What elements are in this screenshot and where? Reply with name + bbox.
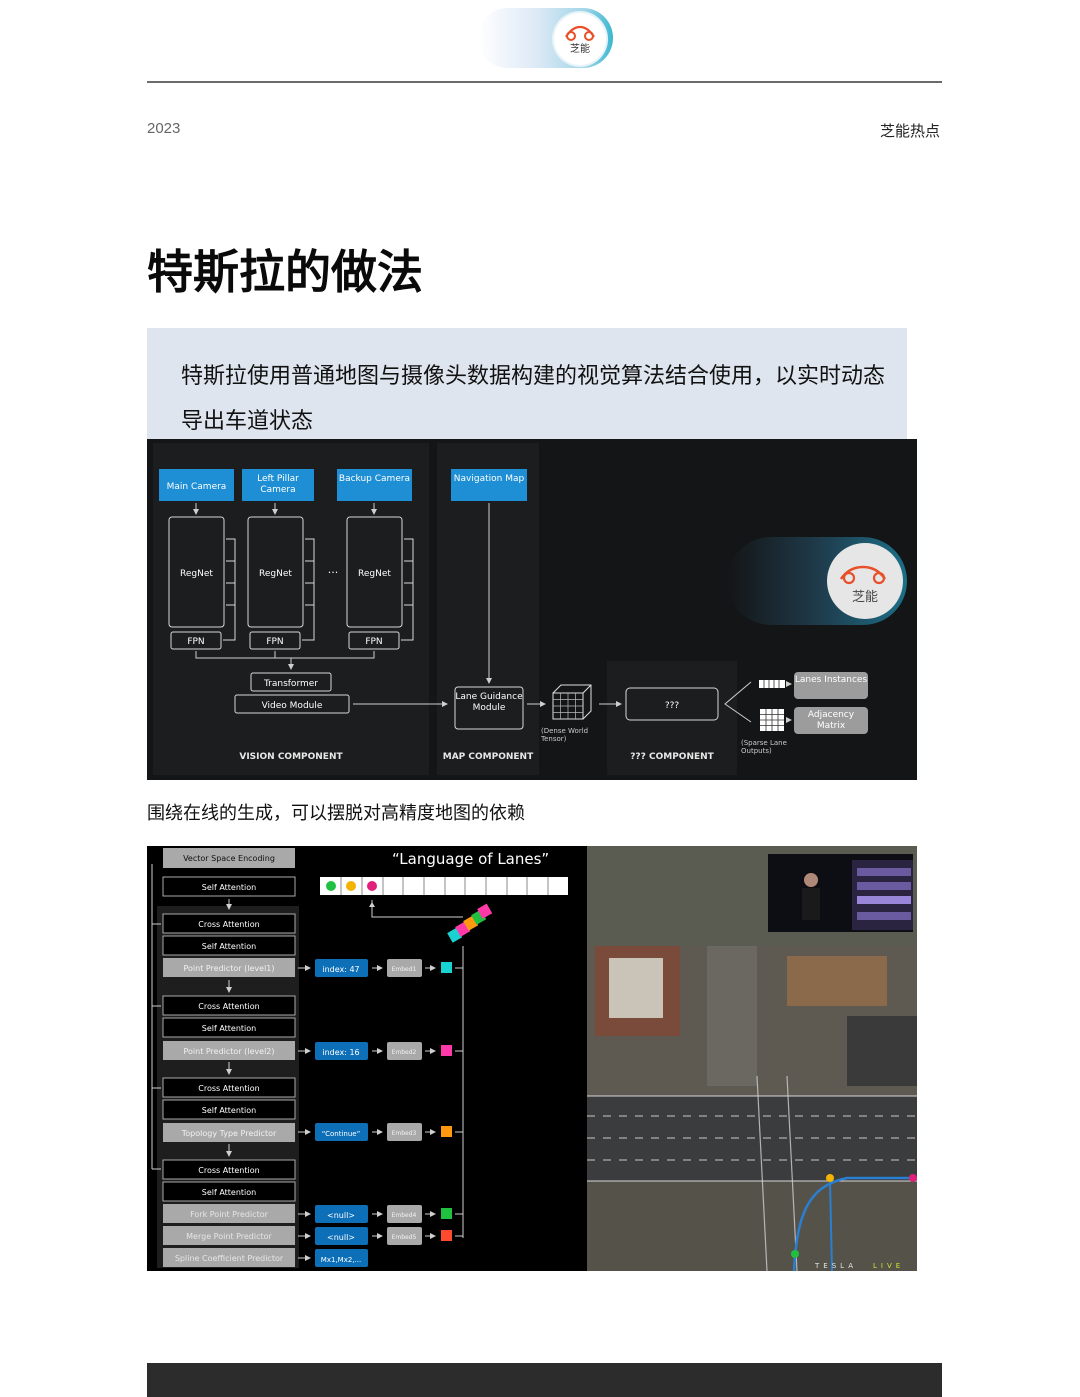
output-row-2: index: 16 Embed2 bbox=[298, 1042, 463, 1060]
ellipsis: ··· bbox=[328, 566, 339, 579]
block-group-2: Cross Attention Self Attention Point Pre… bbox=[162, 995, 296, 1060]
first-self-attention-box: Self Attention bbox=[162, 876, 296, 897]
tesla-mark: TESLA bbox=[814, 1262, 857, 1270]
page-title: 特斯拉的做法 bbox=[147, 245, 423, 299]
dense-tensor-cube-icon bbox=[552, 684, 592, 720]
lane-guidance-box: Lane Guidance Module bbox=[454, 686, 524, 730]
token-green-dot bbox=[326, 881, 336, 891]
self-attention-label: Self Attention bbox=[202, 1106, 257, 1115]
token-magenta-dot bbox=[367, 881, 377, 891]
output-value: <null> bbox=[327, 1211, 355, 1220]
output-row-4: <null> Embed4 bbox=[298, 1205, 463, 1223]
self-attention-label: Self Attention bbox=[202, 942, 257, 951]
lanes-instances-box: Lanes Instances bbox=[794, 672, 868, 699]
cube-red-icon bbox=[441, 1230, 452, 1241]
watermark-logo: 芝能 bbox=[727, 537, 907, 625]
brand-label: 芝能热点 bbox=[879, 122, 940, 140]
embed-label: Embed1 bbox=[392, 966, 417, 973]
cross-attention-label: Cross Attention bbox=[198, 920, 259, 929]
output-row-3: “Continue” Embed3 bbox=[298, 1123, 463, 1141]
block-group-1: Cross Attention Self Attention Point Pre… bbox=[162, 913, 296, 977]
svg-text:RegNet: RegNet bbox=[358, 569, 391, 579]
svg-text:RegNet: RegNet bbox=[259, 569, 292, 579]
output-row-5: <null> Embed5 bbox=[298, 1227, 463, 1245]
quote-text: 特斯拉使用普通地图与摄像头数据构建的视觉算法结合使用，以实时动态导出车道状态 bbox=[181, 364, 886, 434]
section-label-vision: VISION COMPONENT bbox=[239, 752, 343, 762]
block-group-4: Cross Attention Self Attention Fork Poin… bbox=[162, 1159, 296, 1267]
camera-backup: Backup Camera bbox=[337, 469, 412, 501]
year-label: 2023 bbox=[147, 120, 181, 137]
aerial-intersection-image: TESLA LIVE bbox=[587, 846, 917, 1271]
logo: 芝能 bbox=[554, 13, 606, 65]
embedding-cubes-stack-icon bbox=[447, 903, 493, 943]
sparse-grid-icon bbox=[760, 709, 784, 731]
output-value: index: 47 bbox=[322, 965, 359, 974]
figure-caption: 围绕在线的生成，可以摆脱对高精度地图的依赖 bbox=[147, 803, 525, 824]
cube-pink-icon bbox=[441, 1045, 452, 1056]
output-value: Mx1,Mx2,... bbox=[321, 1256, 361, 1264]
cube-green-icon bbox=[441, 1208, 452, 1219]
predictor-label: Point Predictor (level1) bbox=[183, 964, 274, 973]
predictor-label: Topology Type Predictor bbox=[181, 1129, 277, 1138]
footer-bar bbox=[147, 1363, 942, 1397]
predictor-label: Point Predictor (level2) bbox=[183, 1047, 274, 1056]
svg-text:Video Module: Video Module bbox=[262, 701, 323, 711]
header-divider bbox=[147, 81, 942, 83]
svg-text:Self Attention: Self Attention bbox=[202, 883, 257, 892]
quote-block: 特斯拉使用普通地图与摄像头数据构建的视觉算法结合使用，以实时动态导出车道状态 bbox=[147, 328, 907, 440]
adjacency-matrix-box: Adjacency Matrix bbox=[794, 707, 868, 734]
cube-teal-icon bbox=[441, 962, 452, 973]
self-attention-label: Self Attention bbox=[202, 1188, 257, 1197]
cross-attention-label: Cross Attention bbox=[198, 1002, 259, 1011]
svg-text:Vector Space Encoding: Vector Space Encoding bbox=[183, 854, 275, 863]
self-attention-label: Self Attention bbox=[202, 1024, 257, 1033]
svg-text:RegNet: RegNet bbox=[180, 569, 213, 579]
svg-text:芝能: 芝能 bbox=[852, 589, 878, 605]
predictor-label: Spline Coefficient Predictor bbox=[175, 1254, 284, 1263]
block-group-3: Cross Attention Self Attention Topology … bbox=[162, 1077, 296, 1142]
navigation-map-box: Navigation Map bbox=[451, 469, 527, 501]
lane-point-magenta bbox=[909, 1174, 917, 1182]
token-yellow-dot bbox=[346, 881, 356, 891]
car-logo-icon bbox=[565, 25, 595, 41]
language-of-lanes-figure: Vector Space Encoding Self Attention “La… bbox=[147, 846, 917, 1271]
svg-text:FPN: FPN bbox=[365, 637, 382, 647]
lane-point-green bbox=[791, 1250, 799, 1258]
camera-left-pillar: Left Pillar Camera bbox=[242, 469, 314, 501]
embed-label: Embed5 bbox=[392, 1234, 417, 1241]
logo-text: 芝能 bbox=[570, 44, 590, 55]
cross-attention-label: Cross Attention bbox=[198, 1166, 259, 1175]
output-value: <null> bbox=[327, 1233, 355, 1242]
camera-main: Main Camera bbox=[159, 469, 234, 501]
embed-label: Embed4 bbox=[392, 1212, 417, 1219]
lane-point-yellow bbox=[826, 1174, 834, 1182]
output-row-1: index: 47 Embed1 bbox=[298, 959, 463, 977]
architecture-diagram: Main Camera Left Pillar Camera Backup Ca… bbox=[147, 439, 917, 780]
svg-text:Transformer: Transformer bbox=[263, 679, 318, 689]
language-of-lanes-heading: “Language of Lanes” bbox=[392, 850, 549, 868]
dense-tensor-label: (Dense World Tensor) bbox=[541, 727, 589, 743]
output-value: “Continue” bbox=[322, 1130, 360, 1138]
predictor-label: Merge Point Predictor bbox=[186, 1232, 272, 1241]
svg-text:???: ??? bbox=[665, 701, 680, 711]
section-label-map: MAP COMPONENT bbox=[443, 752, 534, 762]
svg-text:Main Camera: Main Camera bbox=[167, 482, 227, 492]
cross-attention-label: Cross Attention bbox=[198, 1084, 259, 1093]
section-label-unknown: ??? COMPONENT bbox=[630, 752, 714, 762]
vector-space-encoding-box: Vector Space Encoding bbox=[163, 848, 295, 868]
token-sequence bbox=[320, 877, 568, 895]
sparse-outputs-label: (Sparse Lane Outputs) bbox=[741, 739, 787, 755]
sparse-row-icon bbox=[759, 680, 785, 688]
svg-text:FPN: FPN bbox=[187, 637, 204, 647]
output-value: index: 16 bbox=[322, 1048, 359, 1057]
live-mark: LIVE bbox=[873, 1262, 904, 1270]
output-row-6: Mx1,Mx2,... bbox=[298, 1249, 368, 1267]
embed-label: Embed3 bbox=[392, 1130, 417, 1137]
svg-text:FPN: FPN bbox=[266, 637, 283, 647]
embed-label: Embed2 bbox=[392, 1049, 417, 1056]
predictor-label: Fork Point Predictor bbox=[190, 1210, 269, 1219]
cube-orange-icon bbox=[441, 1126, 452, 1137]
